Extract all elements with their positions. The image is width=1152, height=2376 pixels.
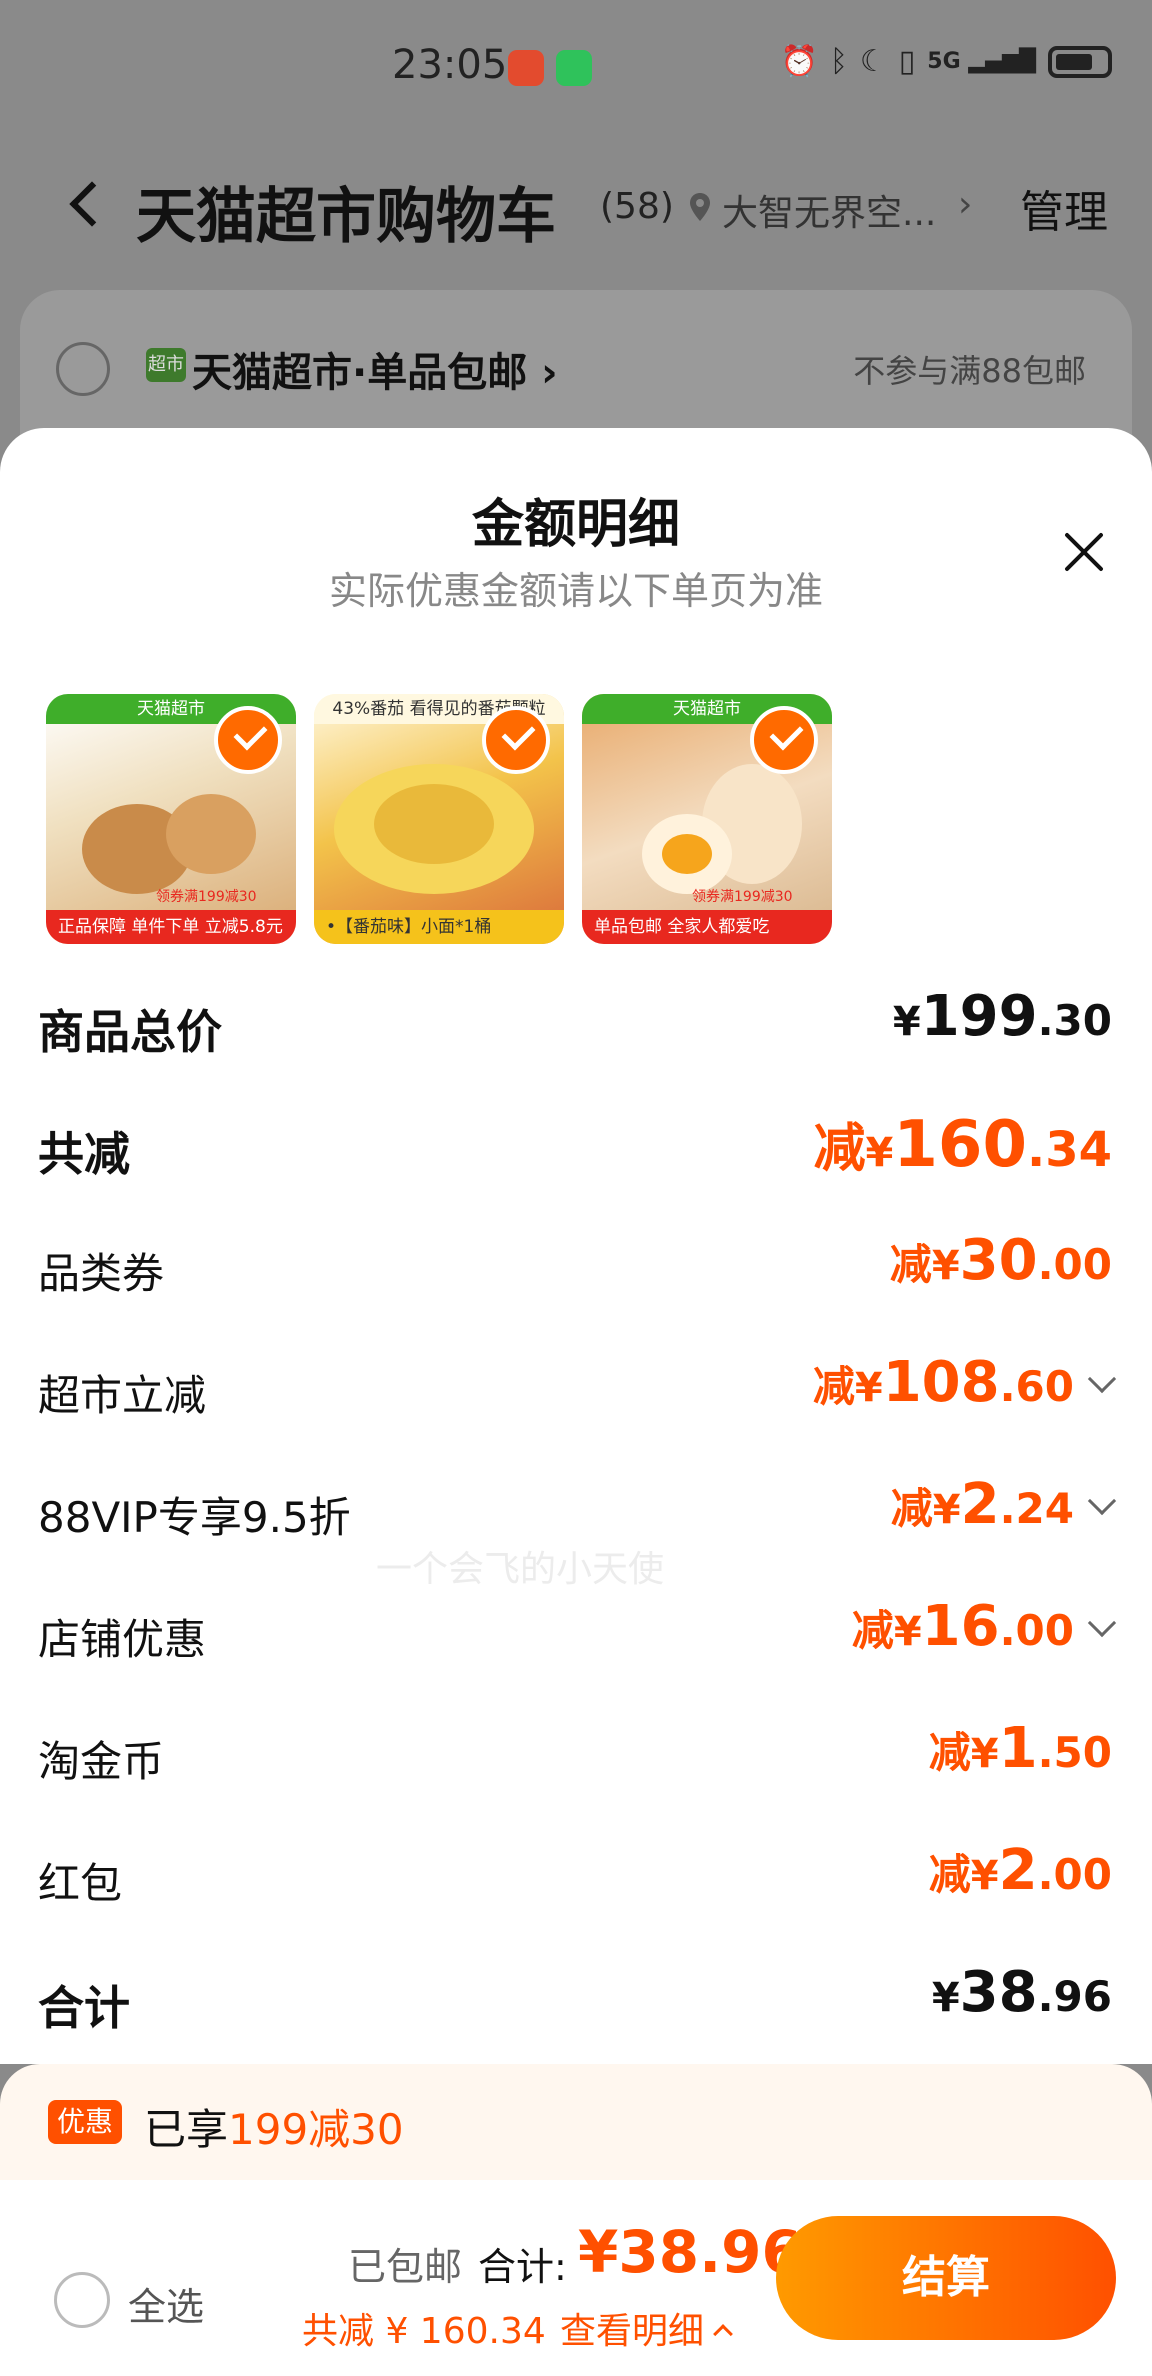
promo-text: 已享199减30 bbox=[144, 2105, 404, 2154]
row-total-discount: 共减 减¥160.34 bbox=[38, 1106, 1112, 1186]
sheet-subtitle: 实际优惠金额请以下单页为准 bbox=[328, 569, 823, 613]
selected-check-icon bbox=[214, 706, 282, 774]
chevron-down-icon[interactable] bbox=[1087, 1364, 1117, 1394]
promo-strip: 优惠 已享199减30 bbox=[0, 2064, 1152, 2180]
row-supermarket-discount[interactable]: 超市立减 减¥108.60 bbox=[38, 1350, 1117, 1430]
location-pin-icon bbox=[690, 193, 710, 221]
selected-check-icon bbox=[750, 706, 818, 774]
wechat-icon bbox=[556, 50, 592, 86]
row-label: 超市立减 bbox=[38, 1371, 207, 1420]
status-time: 23:05 bbox=[392, 42, 508, 88]
checkout-bar: 全选 已包邮 合计: ¥38.96 共减 ¥ 160.34 查看明细 结算 bbox=[0, 2180, 1152, 2376]
back-icon[interactable] bbox=[62, 174, 112, 234]
row-label: 合计 bbox=[38, 1981, 130, 2035]
row-value: 减¥108.60 bbox=[813, 1350, 1117, 1415]
cart-header: 天猫超市购物车 (58) 大智无界空... › 管理 bbox=[0, 150, 1152, 260]
chevron-down-icon[interactable] bbox=[1087, 1608, 1117, 1638]
shipping-status: 已包邮 bbox=[348, 2245, 463, 2289]
product-thumbnail[interactable]: 43%番茄 看得见的番茄颗粒 •【番茄味】小面*1桶 bbox=[314, 694, 564, 944]
thumbnail-footer: 单品包邮 全家人都爱吃 bbox=[582, 910, 832, 944]
cookie-image bbox=[166, 794, 256, 874]
thumbnail-footer: •【番茄味】小面*1桶 bbox=[314, 910, 564, 944]
tmall-supermarket-badge: 超市 bbox=[146, 348, 186, 382]
row-category-coupon: 品类券 减¥30.00 bbox=[38, 1228, 1112, 1308]
egg-yolk-image bbox=[662, 834, 712, 874]
view-detail-link[interactable]: 查看明细 bbox=[560, 2302, 733, 2354]
row-value: 减¥1.50 bbox=[928, 1716, 1112, 1781]
product-thumbnails: 天猫超市 领券满199减30 正品保障 单件下单 立减5.8元 43%番茄 看得… bbox=[46, 694, 832, 944]
vibrate-icon: ▯ bbox=[898, 44, 916, 79]
row-value: 减¥30.00 bbox=[889, 1228, 1112, 1293]
sheet-title: 金额明细 bbox=[471, 495, 680, 555]
watermark: 一个会飞的小天使 bbox=[376, 1549, 665, 1590]
row-grand-total: 合计 ¥38.96 bbox=[38, 1960, 1112, 2040]
manage-button[interactable]: 管理 bbox=[1020, 176, 1108, 240]
product-thumbnail[interactable]: 天猫超市 领券满199减30 单品包邮 全家人都爱吃 bbox=[582, 694, 832, 944]
row-value: ¥199.30 bbox=[892, 984, 1112, 1049]
moon-icon: ☾ bbox=[859, 44, 887, 79]
zhi-app-icon bbox=[508, 50, 544, 86]
checkout-button[interactable]: 结算 bbox=[776, 2216, 1116, 2340]
shop-select-radio[interactable] bbox=[56, 342, 110, 396]
row-label: 红包 bbox=[38, 1859, 123, 1908]
amount-detail-sheet: 金额明细 实际优惠金额请以下单页为准 天猫超市 领券满199减30 正品保障 单… bbox=[0, 428, 1152, 2064]
row-value: 减¥160.34 bbox=[813, 1108, 1112, 1182]
row-value: 减¥2.24 bbox=[891, 1472, 1117, 1537]
select-all-label[interactable]: 全选 bbox=[128, 2276, 204, 2331]
row-red-packet: 红包 减¥2.00 bbox=[38, 1838, 1112, 1918]
select-all-radio[interactable] bbox=[54, 2272, 110, 2328]
row-value: ¥38.96 bbox=[931, 1960, 1112, 2025]
row-label: 品类券 bbox=[38, 1249, 165, 1298]
delivery-location[interactable]: 大智无界空... bbox=[722, 184, 936, 236]
row-total-price: 商品总价 ¥199.30 bbox=[38, 984, 1112, 1064]
promo-tag: 优惠 bbox=[48, 2100, 122, 2144]
row-value: 减¥16.00 bbox=[852, 1594, 1117, 1659]
selected-check-icon bbox=[482, 706, 550, 774]
bluetooth-icon: ᛒ bbox=[829, 44, 848, 79]
row-taojinbi: 淘金币 减¥1.50 bbox=[38, 1716, 1112, 1796]
status-bar: 23:05 ⏰ ᛒ ☾ ▯ 5G ▂▄▆█ bbox=[0, 0, 1152, 140]
page-title: 天猫超市购物车 bbox=[136, 182, 556, 252]
close-icon[interactable] bbox=[1054, 522, 1114, 582]
status-icons: ⏰ ᛒ ☾ ▯ 5G ▂▄▆█ bbox=[780, 44, 1112, 79]
thumbnail-footer: 正品保障 单件下单 立减5.8元 bbox=[46, 910, 296, 944]
chevron-up-icon bbox=[713, 2324, 733, 2344]
row-label: 88VIP专享9.5折 bbox=[38, 1493, 351, 1542]
thumbnail-coupon: 领券满199减30 bbox=[156, 889, 257, 905]
row-value: 减¥2.00 bbox=[928, 1838, 1112, 1903]
total-value: ¥38.96 bbox=[578, 2218, 802, 2286]
discount-summary: 共减 ¥ 160.34 bbox=[302, 2311, 546, 2352]
row-label: 共减 bbox=[38, 1127, 130, 1181]
shipping-note: 不参与满88包邮 bbox=[853, 352, 1086, 390]
alarm-icon: ⏰ bbox=[780, 44, 818, 79]
shop-name[interactable]: 天猫超市·单品包邮 › bbox=[192, 340, 558, 398]
thumbnail-coupon: 领券满199减30 bbox=[692, 889, 793, 905]
location-chevron-icon: › bbox=[958, 184, 973, 225]
5g-signal-icon: 5G ▂▄▆█ bbox=[927, 49, 1036, 74]
noodle-image bbox=[374, 784, 494, 864]
chevron-down-icon[interactable] bbox=[1087, 1486, 1117, 1516]
row-label: 淘金币 bbox=[38, 1737, 165, 1786]
row-store-discount[interactable]: 店铺优惠 减¥16.00 bbox=[38, 1594, 1117, 1674]
row-label: 商品总价 bbox=[38, 1005, 222, 1059]
total-label: 合计: bbox=[478, 2245, 567, 2289]
battery-icon bbox=[1048, 45, 1112, 78]
row-label: 店铺优惠 bbox=[38, 1615, 207, 1664]
cart-count: (58) bbox=[600, 186, 674, 227]
product-thumbnail[interactable]: 天猫超市 领券满199减30 正品保障 单件下单 立减5.8元 bbox=[46, 694, 296, 944]
